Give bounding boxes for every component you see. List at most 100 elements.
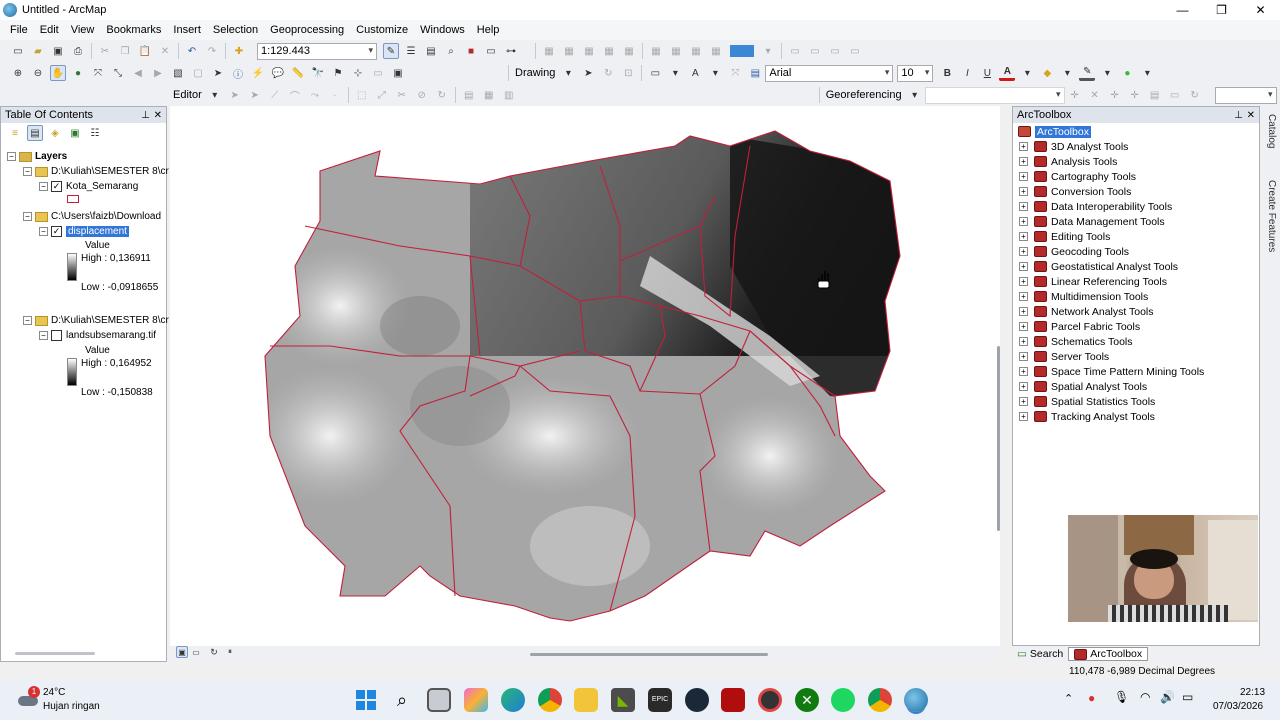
edit-annotation-icon[interactable]: ➤ [247,87,263,103]
toc-group-2[interactable]: − C:\Users\faizb\Download [23,209,161,224]
layout-tool-1-icon[interactable]: ▦ [648,43,664,59]
editor-menu[interactable]: Editor [173,89,202,101]
point-icon[interactable]: · [327,87,343,103]
full-extent-icon[interactable]: ● [70,65,86,81]
expand-icon[interactable]: + [1019,397,1028,406]
layout-tool-4-icon[interactable]: ▦ [708,43,724,59]
displacement-checkbox[interactable]: ✓ [51,226,62,237]
toc-options-icon[interactable]: ☷ [87,125,103,141]
line-color-dropdown-icon[interactable]: ▾ [1099,65,1115,81]
spotify-icon[interactable] [831,688,855,712]
undo-icon[interactable]: ↶ [184,43,200,59]
rectangle-tool-icon[interactable]: ▭ [647,65,663,81]
fixed-zoom-out-icon[interactable]: ⤡ [110,65,126,81]
edit-vertices-icon[interactable]: ⤧ [727,65,743,81]
menu-view[interactable]: View [65,24,101,36]
steam-icon[interactable] [685,688,709,712]
catalog-side-tab[interactable]: Catalog [1266,114,1277,148]
toc-layer-displacement[interactable]: − ✓ displacement [39,224,129,239]
search-tab[interactable]: ▭ Search [1012,647,1068,661]
zoom-out-fixed-icon[interactable]: ▦ [561,43,577,59]
font-color-icon[interactable]: A [999,65,1016,81]
layers-root[interactable]: − Layers [7,149,67,164]
expand-icon[interactable]: + [1019,142,1028,151]
italic-button[interactable]: I [959,65,975,81]
menu-insert[interactable]: Insert [167,24,207,36]
text-tool-icon[interactable]: A [687,65,703,81]
toc-layer-landsubsemarang[interactable]: − landsubsemarang.tif [39,328,156,343]
toolbox-item[interactable]: + Parcel Fabric Tools [1019,319,1140,334]
line-color-icon[interactable]: ✎ [1079,65,1096,81]
list-by-visibility-icon[interactable]: ◈ [47,125,63,141]
fixed-zoom-in-icon[interactable]: ⤧ [90,65,106,81]
maximize-button[interactable]: ❐ [1202,0,1241,20]
fill-color-icon[interactable]: ◆ [1039,65,1055,81]
map-scale-combo[interactable]: 1:129.443 [257,42,377,60]
toolbox-item[interactable]: + Tracking Analyst Tools [1019,409,1155,424]
drawing-menu[interactable]: Drawing [515,67,555,79]
file-explorer-icon[interactable] [574,688,598,712]
go-to-xy-icon[interactable]: ⊹ [350,65,366,81]
epic-games-icon[interactable]: EPIC [648,688,672,712]
viewer-icon[interactable]: ▭ [1167,87,1183,103]
split-icon[interactable]: ⊘ [414,87,430,103]
refresh-view-button[interactable]: ↻ [208,646,220,658]
save-icon[interactable]: ▣ [50,43,66,59]
close-button[interactable]: ✕ [1241,0,1280,20]
cut-icon[interactable]: ✂ [97,43,113,59]
editor-dropdown-icon[interactable]: ▾ [207,87,223,103]
polygon-symbol-icon[interactable] [67,195,79,203]
chrome-icon[interactable] [538,688,562,712]
menu-windows[interactable]: Windows [414,24,471,36]
endpoint-arc-icon[interactable]: ⌒ [287,87,303,103]
expand-icon[interactable]: + [1019,202,1028,211]
volume-icon[interactable]: 🔊 [1160,690,1175,704]
data-view-button[interactable]: ▣ [176,646,188,658]
pan-tool-gray-icon[interactable]: ▦ [581,43,597,59]
open-folder-icon[interactable]: ▰ [30,43,46,59]
toolbox-item[interactable]: + Data Interoperability Tools [1019,199,1172,214]
zoom-out-icon[interactable]: ⊖ [30,65,46,81]
layout-page-3-icon[interactable]: ▭ [827,43,843,59]
toolbox-item[interactable]: + Analysis Tools [1019,154,1117,169]
copilot-icon[interactable] [464,688,488,712]
font-style-icon[interactable]: ▤ [747,65,763,81]
map-vertical-scrollbar[interactable] [997,346,1000,531]
expand-icon[interactable]: + [1019,217,1028,226]
find-route-icon[interactable]: ⚑ [330,65,346,81]
python-window-icon[interactable]: ▭ [483,43,499,59]
toolbox-item[interactable]: + Network Analyst Tools [1019,304,1154,319]
zoom-in-fixed-icon[interactable]: ▦ [541,43,557,59]
layout-view-button[interactable]: ▭ [190,646,202,658]
toolbox-item[interactable]: + Data Management Tools [1019,214,1165,229]
clock-time[interactable]: 22:13 [1240,687,1265,698]
expand-icon[interactable]: + [1019,292,1028,301]
arctoolbox-pin-icon[interactable]: ⊥ [1234,110,1243,121]
print-icon[interactable]: ⎙ [70,43,86,59]
measure-icon[interactable]: 📏 [290,65,306,81]
toolbox-item[interactable]: + Editing Tools [1019,229,1110,244]
rotate-edit-icon[interactable]: ↻ [434,87,450,103]
expand-icon[interactable]: + [1019,232,1028,241]
straight-segment-icon[interactable]: ⟋ [267,87,283,103]
toolbox-item[interactable]: + Conversion Tools [1019,184,1131,199]
arctoolbox-close-icon[interactable]: ✕ [1247,110,1255,121]
expand-icon[interactable]: + [1019,412,1028,421]
georeferencing-dropdown-icon[interactable]: ▾ [907,87,923,103]
menu-selection[interactable]: Selection [207,24,264,36]
edge-browser-icon[interactable] [501,688,525,712]
time-slider-icon[interactable]: ▭ [370,65,386,81]
reshape-icon[interactable]: ⤢ [374,87,390,103]
create-features-icon[interactable]: ▥ [501,87,517,103]
forward-extent-icon[interactable]: ▶ [150,65,166,81]
georeferencing-menu[interactable]: Georeferencing [826,89,902,101]
toc-close-icon[interactable]: ✕ [154,110,162,121]
menu-geoprocessing[interactable]: Geoprocessing [264,24,350,36]
clear-selection-icon[interactable]: ▢ [190,65,206,81]
toolbox-item[interactable]: + Schematics Tools [1019,334,1133,349]
modelbuilder-icon[interactable]: ⊶ [503,43,519,59]
back-extent-icon[interactable]: ◀ [130,65,146,81]
pan-hand-icon[interactable]: ✋ [50,65,66,81]
toolbox-item[interactable]: + Linear Referencing Tools [1019,274,1167,289]
landsubsemarang-checkbox[interactable] [51,330,62,341]
